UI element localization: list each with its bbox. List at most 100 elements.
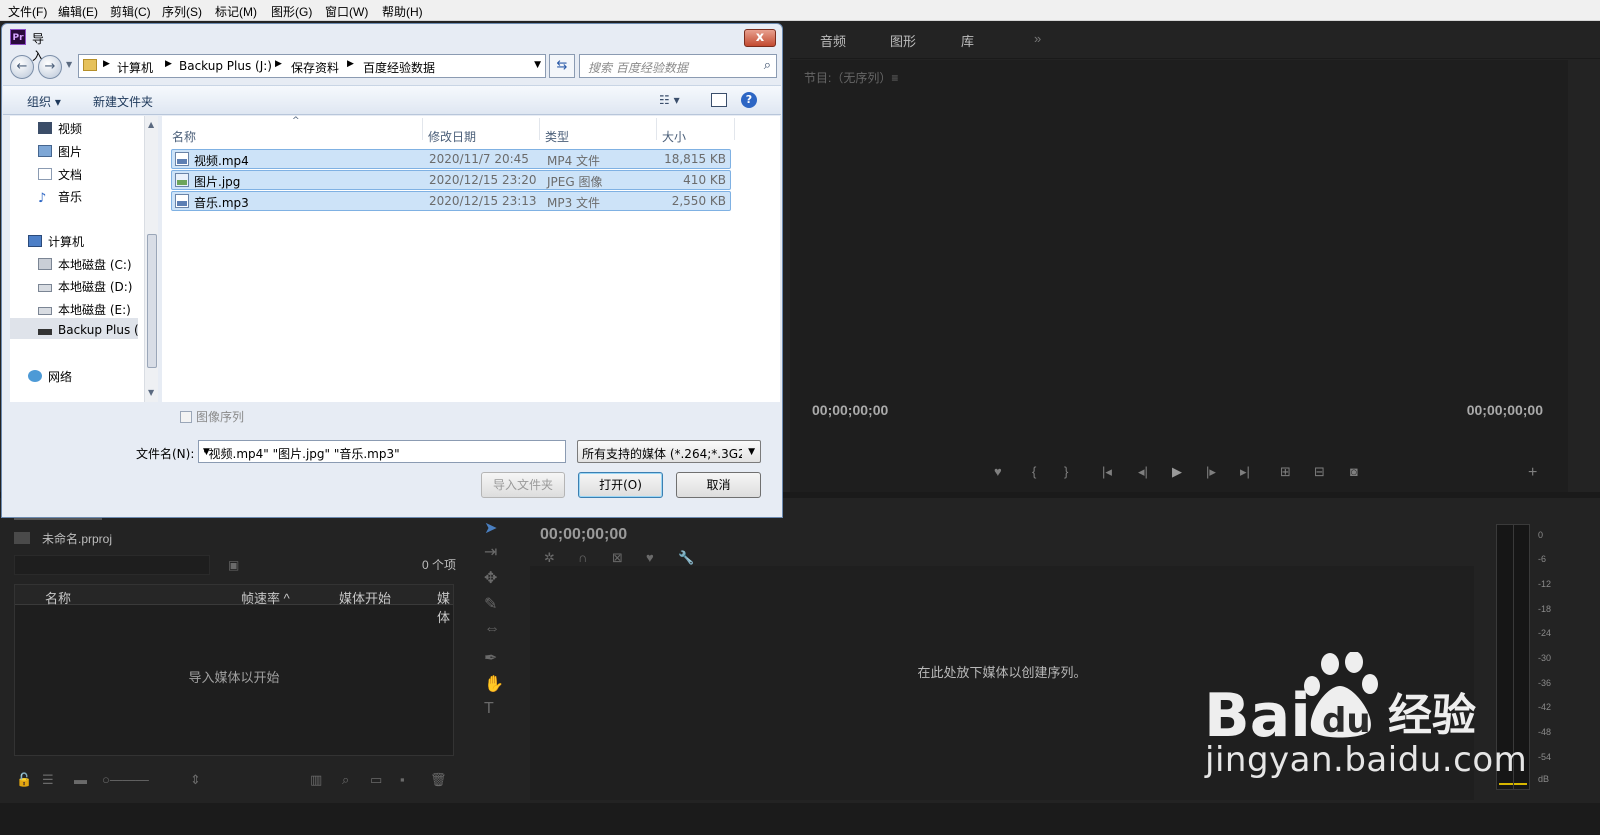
open-button[interactable]: 打开(O) [578,472,663,498]
mark-out-icon[interactable]: } [1064,464,1068,479]
chevron-down-icon[interactable]: ▼ [534,60,541,70]
filename-input[interactable]: "视频.mp4" "图片.jpg" "音乐.mp3" ▼ [198,440,566,463]
timeline-timecode[interactable]: 00;00;00;00 [540,526,627,544]
chevron-right-icon[interactable]: ▶ [103,59,110,69]
hand-tool-icon[interactable]: ✋ [484,674,504,694]
view-options-icon[interactable]: ☷ ▾ [659,93,680,107]
step-back-icon[interactable]: ◂| [1138,464,1148,480]
zoom-slider[interactable]: ○——— [102,772,149,787]
column-frame-rate[interactable]: 帧速率 ^ [241,588,290,607]
add-marker-icon[interactable]: ♥ [646,550,654,565]
automate-icon[interactable]: ▥ [310,772,322,788]
workspace-tab-graphics[interactable]: 图形 [890,31,916,50]
menu-help[interactable]: 帮助(H) [382,3,423,20]
nav-item-documents[interactable]: 文档 [38,166,82,183]
menu-window[interactable]: 窗口(W) [325,3,368,20]
help-icon[interactable]: ? [741,92,757,108]
menu-graphics[interactable]: 图形(G) [271,3,312,20]
image-sequence-checkbox[interactable]: 图像序列 [180,408,244,425]
chevron-right-icon[interactable]: ▶ [347,59,354,69]
new-folder-button[interactable]: 新建文件夹 [93,93,153,110]
file-row[interactable]: 图片.jpg 2020/12/15 23:20 JPEG 图像 410 KB [171,170,731,190]
list-view-icon[interactable]: ☰ [42,772,54,788]
find-icon[interactable]: ⌕ [342,772,349,788]
recent-locations-icon[interactable]: ▼ [66,60,72,69]
export-frame-icon[interactable]: ◙ [1350,464,1358,479]
new-bin-icon[interactable]: ▭ [370,772,382,788]
sort-icon[interactable]: ⇕ [190,772,201,788]
clear-icon[interactable]: 🗑 [430,772,447,788]
column-media-start[interactable]: 媒体开始 [339,588,391,607]
menu-markers[interactable]: 标记(M) [215,3,257,20]
step-forward-icon[interactable]: |▸ [1206,464,1216,480]
workspace-tab-libraries[interactable]: 库 [961,31,974,50]
menu-edit[interactable]: 编辑(E) [58,3,98,20]
pen-tool-icon[interactable]: ✒ [484,648,497,668]
type-tool-icon[interactable]: T [484,700,494,718]
menu-file[interactable]: 文件(F) [8,3,47,20]
column-size[interactable]: 大小 [662,128,686,145]
organize-button[interactable]: 组织 ▾ [27,93,61,110]
go-to-out-icon[interactable]: ▸| [1240,464,1250,480]
add-button-icon[interactable]: + [1528,464,1537,482]
column-separator[interactable] [422,118,423,140]
nav-item-music[interactable]: ♪ 音乐 [38,188,82,205]
nav-item-videos[interactable]: 视频 [38,120,82,137]
razor-tool-icon[interactable]: ✎ [484,594,497,614]
close-button[interactable]: x [744,29,776,47]
cancel-button[interactable]: 取消 [676,472,761,498]
chevron-right-icon[interactable]: ▶ [165,59,172,69]
workspace-tab-audio[interactable]: 音频 [820,31,846,50]
checkbox-box[interactable] [180,411,192,423]
nav-item-computer[interactable]: 计算机 [28,233,84,250]
column-name[interactable]: 名称 [45,588,71,607]
chevron-down-icon[interactable]: ▼ [748,447,755,457]
import-folder-button[interactable]: 导入文件夹 [481,472,565,498]
nav-item-drive-d[interactable]: 本地磁盘 (D:) [38,278,132,295]
selection-tool-icon[interactable]: ➤ [484,518,497,538]
program-monitor-title[interactable]: 节目:（无序列）≡ [804,69,898,86]
menu-clip[interactable]: 剪辑(C) [110,3,151,20]
address-bar[interactable]: ▶ 计算机 ▶ Backup Plus (J:) ▶ 保存资料 ▶ 百度经验数据… [78,54,546,78]
column-name[interactable]: 名称 [172,128,196,145]
nav-item-backup-plus[interactable]: Backup Plus ( [38,323,139,337]
scroll-down-icon[interactable]: ▼ [148,388,154,397]
file-row[interactable]: 视频.mp4 2020/11/7 20:45 MP4 文件 18,815 KB [171,149,731,169]
breadcrumb-folder[interactable]: 保存资料 [291,59,339,76]
ripple-edit-tool-icon[interactable]: ✥ [484,568,497,588]
new-bin-from-search-icon[interactable]: ▣ [228,558,239,572]
program-timecode-current[interactable]: 00;00;00;00 [812,402,888,418]
column-separator[interactable] [656,118,657,140]
back-arrow-icon[interactable]: ← [10,55,34,79]
chevron-down-icon[interactable]: ▼ [203,447,561,457]
new-item-icon[interactable]: ▪ [400,772,405,787]
file-row[interactable]: 音乐.mp3 2020/12/15 23:13 MP3 文件 2,550 KB [171,191,731,211]
column-media[interactable]: 媒体 [437,588,453,626]
forward-arrow-icon[interactable]: → [38,55,62,79]
menu-sequence[interactable]: 序列(S) [162,3,202,20]
track-select-tool-icon[interactable]: ⇥ [484,542,497,562]
scrollbar-thumb[interactable] [147,234,157,368]
lock-icon[interactable]: 🔓 [16,772,32,788]
extract-icon[interactable]: ⊟ [1314,464,1325,480]
breadcrumb-current-folder[interactable]: 百度经验数据 [363,59,435,76]
snap-icon[interactable]: ∩ [578,550,587,565]
workspace-overflow-icon[interactable]: » [1034,31,1041,46]
column-type[interactable]: 类型 [545,128,569,145]
column-date-modified[interactable]: 修改日期 [428,128,476,145]
nest-icon[interactable]: ✲ [544,550,555,566]
search-input[interactable]: 搜索 百度经验数据 ⌕ [579,54,777,78]
play-icon[interactable]: ▶ [1172,464,1182,480]
project-search-input[interactable] [14,555,210,575]
search-icon[interactable]: ⌕ [764,58,771,73]
column-separator[interactable] [734,118,735,140]
lift-icon[interactable]: ⊞ [1280,464,1291,480]
chevron-right-icon[interactable]: ▶ [275,59,282,69]
nav-scrollbar[interactable]: ▲ ▼ [144,116,158,402]
add-marker-icon[interactable]: ♥ [994,464,1002,479]
settings-wrench-icon[interactable]: 🔧 [678,550,694,566]
slip-tool-icon[interactable]: ⇔ [484,620,500,638]
nav-item-drive-c[interactable]: 本地磁盘 (C:) [38,256,132,273]
icon-view-icon[interactable]: ▬ [74,772,87,787]
nav-item-network[interactable]: 网络 [28,368,72,385]
